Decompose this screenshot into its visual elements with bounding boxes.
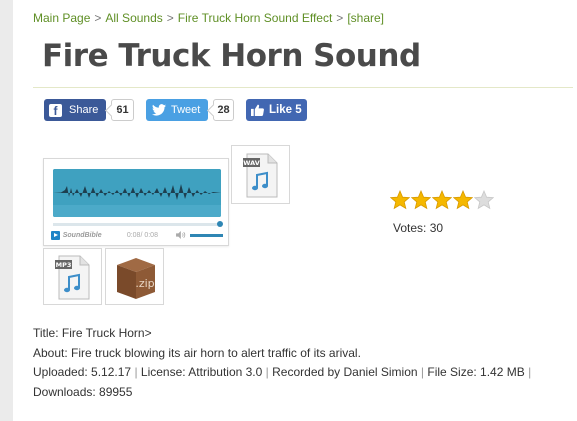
mp3-badge-label: MP3 — [56, 261, 72, 269]
breadcrumb-separator: > — [94, 11, 102, 25]
star-row — [390, 190, 494, 210]
info-file-size: File Size: 1.42 MB — [427, 365, 525, 379]
info-about: About: Fire truck blowing its air horn t… — [33, 345, 361, 360]
download-zip-button[interactable]: .zip — [105, 248, 164, 305]
breadcrumb-main-page[interactable]: Main Page — [33, 11, 90, 25]
info-uploaded: Uploaded: 5.12.17 — [33, 365, 132, 379]
facebook-like-label: Like 5 — [269, 104, 302, 116]
info-details: Uploaded: 5.12.17 | License: Attribution… — [33, 363, 561, 402]
info-separator: | — [134, 365, 138, 379]
info-recorded-by: Recorded by Daniel Simion — [272, 365, 418, 379]
thumbs-up-icon — [251, 104, 264, 116]
twitter-tweet-label: Tweet — [171, 104, 201, 116]
breadcrumb-share[interactable]: [share] — [347, 11, 384, 25]
waveform[interactable] — [53, 169, 221, 217]
info-downloads: Downloads: 89955 — [33, 384, 133, 399]
time-readout: 0:08/ 0:08 — [126, 231, 158, 239]
facebook-icon: f — [49, 103, 62, 117]
facebook-share-count: 61 — [111, 99, 134, 121]
wav-badge-label: WAV — [243, 159, 260, 167]
breadcrumb-separator: > — [166, 11, 174, 25]
facebook-share-label: Share — [69, 104, 99, 116]
wav-file-icon: WAV — [243, 153, 278, 198]
star-filled-icon[interactable] — [432, 190, 452, 210]
breadcrumb-current-sound[interactable]: Fire Truck Horn Sound Effect — [178, 11, 333, 25]
seek-bar[interactable] — [53, 221, 223, 227]
zip-box-icon: .zip — [117, 258, 155, 299]
player-controls: SoundBible 0:08/ 0:08 — [51, 229, 223, 241]
download-mp3-button[interactable]: MP3 — [43, 248, 102, 305]
info-license: License: Attribution 3.0 — [140, 365, 263, 379]
play-button[interactable] — [51, 230, 60, 240]
facebook-like-button[interactable]: Like 5 — [246, 99, 307, 121]
soundbible-logo: SoundBible — [62, 231, 102, 239]
breadcrumb-all-sounds[interactable]: All Sounds — [105, 11, 162, 25]
title-divider — [33, 87, 573, 88]
star-rating: Votes: 30 — [390, 190, 494, 235]
info-separator: | — [528, 365, 532, 379]
info-separator: | — [420, 365, 425, 379]
page-title: Fire Truck Horn Sound — [42, 38, 421, 74]
breadcrumb: Main Page > All Sounds > Fire Truck Horn Sou… — [33, 11, 384, 25]
info-separator: | — [265, 365, 269, 379]
star-empty-icon[interactable] — [474, 190, 494, 210]
twitter-bird-icon — [152, 104, 166, 116]
twitter-tweet-button[interactable]: Tweet — [146, 99, 208, 121]
star-filled-icon[interactable] — [390, 190, 410, 210]
download-wav-button[interactable]: WAV — [231, 145, 290, 204]
mp3-file-icon: MP3 — [55, 255, 90, 300]
left-edge-bar — [0, 0, 13, 421]
twitter-tweet-count: 28 — [213, 99, 234, 121]
facebook-share-button[interactable]: f Share — [44, 99, 106, 121]
star-filled-icon[interactable] — [411, 190, 431, 210]
zip-label: .zip — [135, 277, 154, 290]
star-filled-icon[interactable] — [453, 190, 473, 210]
info-title: Title: Fire Truck Horn> — [33, 326, 152, 340]
volume-slider[interactable] — [190, 233, 223, 237]
seek-handle[interactable] — [217, 221, 223, 227]
volume-icon[interactable] — [176, 231, 186, 239]
votes-count: Votes: 30 — [393, 221, 444, 235]
audio-player: SoundBible 0:08/ 0:08 — [43, 158, 229, 246]
sound-info: Title: Fire Truck Horn> About: Fire truc… — [33, 324, 561, 402]
breadcrumb-separator: > — [336, 11, 344, 25]
